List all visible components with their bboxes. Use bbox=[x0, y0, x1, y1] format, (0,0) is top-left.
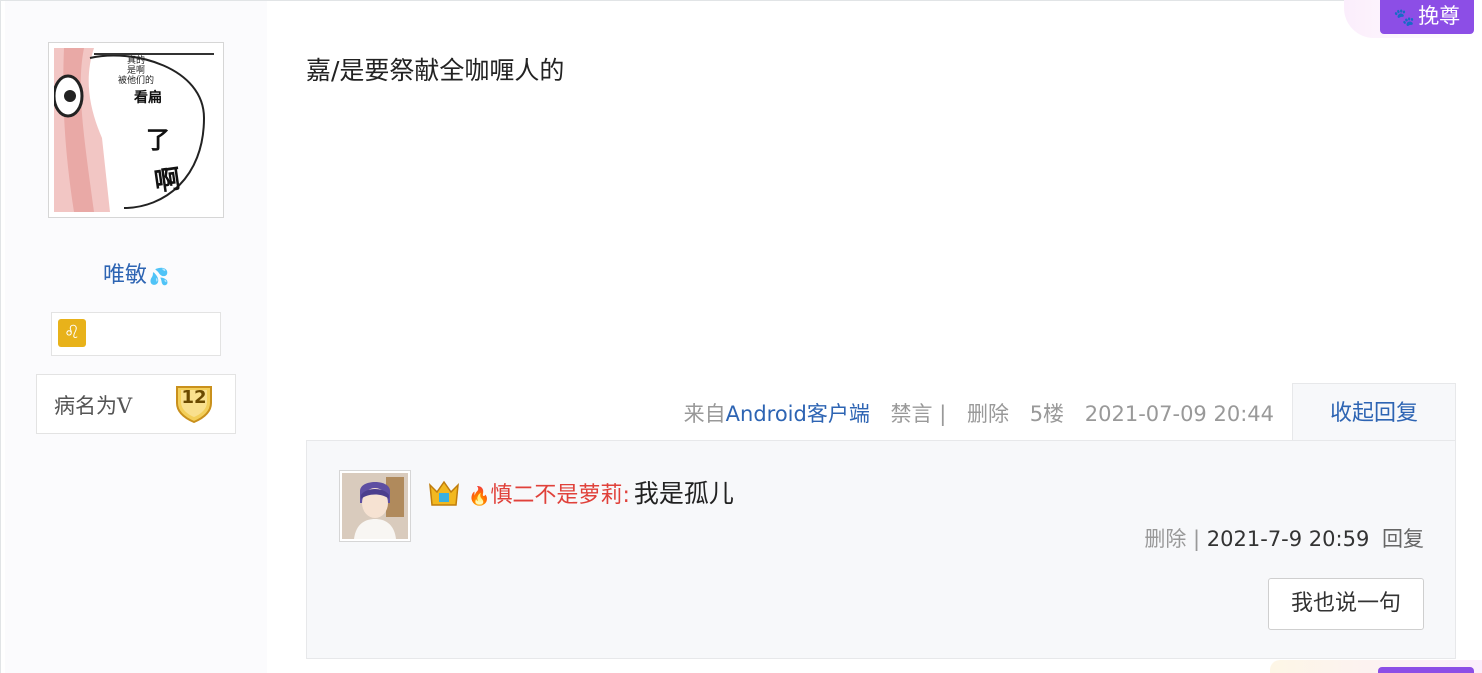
avatar-caption-mid: 看扁 bbox=[134, 90, 162, 106]
avatar-image: 真的 是啊 被他们的 看扁 了 啊 bbox=[54, 48, 218, 212]
reply-time: 2021-7-9 20:59 bbox=[1206, 527, 1370, 551]
reply-colon: : bbox=[622, 483, 630, 508]
level-badge: 12 bbox=[173, 381, 215, 424]
paw-icon: 🐾 bbox=[1393, 8, 1416, 28]
avatar-caption-a: 啊 bbox=[152, 164, 183, 198]
from-prefix: 来自 bbox=[683, 402, 726, 426]
reply-username[interactable]: 慎二不是萝莉 bbox=[490, 483, 622, 508]
fire-icon: 🔥 bbox=[468, 486, 491, 507]
author-panel: 真的 是啊 被他们的 看扁 了 啊 唯敏 💦 ♌ 病名为V 12 bbox=[5, 1, 267, 673]
author-username[interactable]: 唯敏 💦 bbox=[5, 257, 267, 289]
reply-text: 我是孤儿 bbox=[633, 479, 734, 508]
level-number: 12 bbox=[181, 387, 207, 408]
level-box[interactable]: 病名为V 12 bbox=[36, 374, 236, 434]
collapse-replies-button[interactable]: 收起回复 bbox=[1292, 383, 1456, 441]
say-something-button[interactable]: 我也说一句 bbox=[1268, 578, 1424, 630]
delete-link[interactable]: 删除 bbox=[967, 402, 1009, 426]
reply-avatar[interactable] bbox=[339, 470, 411, 542]
android-client-link[interactable]: Android客户端 bbox=[726, 402, 870, 426]
author-avatar[interactable]: 真的 是啊 被他们的 看扁 了 啊 bbox=[48, 42, 224, 218]
post-content: 嘉/是要祭献全咖喱人的 bbox=[306, 56, 565, 85]
leo-zodiac-icon[interactable]: ♌ bbox=[58, 319, 86, 347]
title-badge-box: ♌ bbox=[51, 312, 221, 356]
reply-list: 🔥慎二不是萝莉: 我是孤儿 删除 | 2021-7-9 20:59 回复 我也说一… bbox=[306, 440, 1456, 659]
post-tail: 来自Android客户端 禁言 | 删除 5楼 2021-07-09 20:44 bbox=[680, 398, 1274, 428]
reply-delete-link[interactable]: 删除 | bbox=[1144, 527, 1200, 551]
wanzun-label: 挽尊 bbox=[1418, 4, 1461, 28]
ban-link[interactable]: 禁言 | bbox=[891, 402, 947, 426]
reply-reply-link[interactable]: 回复 bbox=[1382, 527, 1424, 551]
post-floor: 真的 是啊 被他们的 看扁 了 啊 唯敏 💦 ♌ 病名为V 12 嘉/是要祭献全… bbox=[0, 0, 1482, 673]
avatar-caption-small: 真的 是啊 被他们的 bbox=[117, 56, 154, 86]
next-post-tag bbox=[1378, 667, 1474, 673]
floor-number: 5楼 bbox=[1029, 402, 1065, 426]
water-drops-icon: 💦 bbox=[149, 267, 169, 286]
post-time: 2021-07-09 20:44 bbox=[1084, 402, 1274, 426]
reply-avatar-image bbox=[342, 473, 408, 539]
crown-badge-icon bbox=[428, 479, 460, 507]
wanzun-tag-button[interactable]: 🐾 挽尊 bbox=[1380, 0, 1474, 34]
reply-item: 🔥慎二不是萝莉: 我是孤儿 bbox=[428, 474, 734, 510]
avatar-caption-le: 了 bbox=[146, 126, 170, 154]
level-name: 病名为V bbox=[54, 394, 133, 418]
reply-meta: 删除 | 2021-7-9 20:59 回复 bbox=[1144, 523, 1424, 553]
username-text[interactable]: 唯敏 bbox=[103, 263, 147, 288]
